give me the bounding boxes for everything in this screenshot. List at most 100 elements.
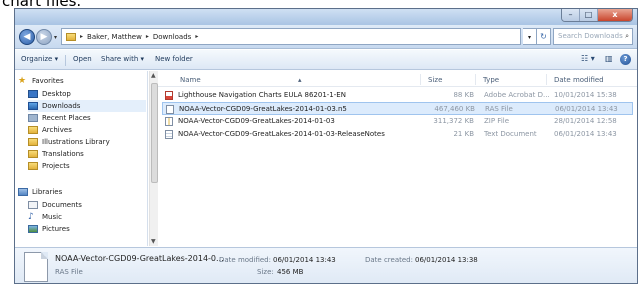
libraries-label: Libraries [32,188,63,196]
file-row[interactable]: NOAA-Vector-CGD09-GreatLakes-2014-01-03-… [162,128,633,141]
sidebar-item-label: Recent Places [42,114,91,122]
file-date-modified: 06/01/2014 13:43 [555,105,618,113]
command-toolbar: Organize ▾ Open Share with ▾ New folder … [15,50,637,70]
sidebar-item-label: Music [42,213,62,221]
sidebar-item-music[interactable]: ♪ Music [28,211,62,223]
zip-file-icon [165,117,173,126]
column-header-name[interactable]: Name [180,76,201,84]
chevron-right-icon[interactable]: ▸ [146,33,149,40]
sidebar-item-projects[interactable]: Projects [28,160,70,172]
sidebar-item-label: Illustrations Library [42,138,110,146]
favorites-header[interactable]: ★ Favorites [18,75,64,87]
column-divider[interactable] [546,74,547,85]
forward-button[interactable]: ▶ [36,29,52,45]
maximize-button[interactable]: □ [580,9,598,21]
file-row[interactable]: NOAA-Vector-CGD09-GreatLakes-2014-01-03 … [162,115,633,128]
share-with-menu[interactable]: Share with ▾ [101,55,144,63]
column-headers: ▴ Name Size Type Date modified [158,71,637,87]
size-value: 456 MB [277,268,304,276]
new-folder-button[interactable]: New folder [155,55,193,63]
column-divider[interactable] [475,74,476,85]
chevron-right-icon[interactable]: ▸ [195,33,198,40]
sort-indicator-icon: ▴ [298,76,302,84]
scrollbar-thumb[interactable] [151,83,158,183]
organize-menu[interactable]: Organize ▾ [21,55,58,63]
help-icon[interactable]: ? [620,54,631,65]
file-type: RAS File [485,105,513,113]
sidebar-item-archives[interactable]: Archives [28,124,72,136]
search-input[interactable]: Search Downloads ⌕ [553,28,633,45]
title-bar[interactable]: – □ x [15,9,637,25]
sidebar-item-label: Archives [42,126,72,134]
close-button[interactable]: x [598,9,632,21]
date-created-value: 06/01/2014 13:38 [415,256,478,264]
column-header-type[interactable]: Type [483,76,499,84]
file-size: 467,460 KB [434,105,475,113]
back-button[interactable]: ◀ [19,29,35,45]
sidebar-item-label: Downloads [42,102,81,110]
file-list: ▴ Name Size Type Date modified Lighthous… [158,71,637,246]
folder-icon [28,138,38,146]
text-file-icon [165,130,173,139]
sidebar-item-label: Projects [42,162,70,170]
preview-pane-icon[interactable]: ▥ [605,54,613,63]
file-row[interactable]: Lighthouse Navigation Charts EULA 86201-… [162,89,633,102]
column-divider[interactable] [420,74,421,85]
generic-file-icon [166,105,174,114]
details-filetype: RAS File [55,268,83,276]
file-type: Text Document [484,130,537,138]
pictures-icon [28,225,38,233]
details-pane: NOAA-Vector-CGD09-GreatLakes-2014-0... R… [15,247,637,283]
open-button[interactable]: Open [73,55,92,63]
sidebar-item-downloads[interactable]: Downloads [28,100,146,112]
recent-pages-dropdown[interactable]: ▾ [54,34,57,41]
sidebar-item-documents[interactable]: Documents [28,199,82,211]
sidebar-item-desktop[interactable]: Desktop [28,88,71,100]
file-row-selected[interactable]: NOAA-Vector-CGD09-GreatLakes-2014-01-03.… [162,102,633,115]
scroll-up-icon[interactable]: ▲ [151,72,156,79]
search-placeholder: Search Downloads [558,32,623,40]
date-created-label: Date created: [365,256,413,264]
minimize-button[interactable]: – [562,9,580,21]
address-bar[interactable]: ▸ Baker, Matthew ▸ Downloads ▸ [61,28,521,45]
address-dropdown-button[interactable]: ▾ [523,28,537,45]
search-icon[interactable]: ⌕ [625,29,629,44]
sidebar-item-translations[interactable]: Translations [28,148,84,160]
column-header-size[interactable]: Size [428,76,442,84]
date-modified-value: 06/01/2014 13:43 [273,256,336,264]
downloads-icon [28,102,38,110]
file-size: 21 KB [453,130,474,138]
file-name: NOAA-Vector-CGD09-GreatLakes-2014-01-03 [178,117,335,125]
sidebar-item-label: Translations [42,150,84,158]
sidebar-item-illustrations-library[interactable]: Illustrations Library [28,136,110,148]
libraries-header[interactable]: Libraries [18,186,62,198]
sidebar-item-recent-places[interactable]: Recent Places [28,112,91,124]
navigation-bar: ◀ ▶ ▾ ▸ Baker, Matthew ▸ Downloads ▸ ▾ ↻… [15,25,637,49]
sidebar-item-label: Pictures [42,225,70,233]
file-name: Lighthouse Navigation Charts EULA 86201-… [178,91,346,99]
scroll-down-icon[interactable]: ▼ [151,238,156,245]
file-date-modified: 06/01/2014 13:43 [554,130,617,138]
libraries-icon [18,188,28,196]
music-icon: ♪ [28,212,34,222]
file-size: 311,372 KB [433,117,474,125]
breadcrumb-user[interactable]: Baker, Matthew [87,33,142,41]
navigation-pane-scrollbar[interactable]: ▲ ▼ [149,71,158,246]
refresh-button[interactable]: ↻ [537,28,551,45]
sidebar-item-pictures[interactable]: Pictures [28,223,70,235]
breadcrumb-downloads[interactable]: Downloads [153,33,191,41]
file-type: Adobe Acrobat D... [484,91,550,99]
recent-places-icon [28,114,38,122]
views-icon[interactable]: ☷ ▾ [581,54,595,63]
column-header-date-modified[interactable]: Date modified [554,76,604,84]
chevron-right-icon[interactable]: ▸ [80,33,83,40]
details-filename: NOAA-Vector-CGD09-GreatLakes-2014-0... [55,254,224,263]
documents-icon [28,201,38,209]
folder-icon [28,162,38,170]
file-type: ZIP File [484,117,510,125]
favorites-label: Favorites [32,77,64,85]
folder-icon [66,32,76,41]
explorer-window: – □ x ◀ ▶ ▾ ▸ Baker, Matthew ▸ Downloads… [14,8,638,284]
folder-icon [28,126,38,134]
file-name: NOAA-Vector-CGD09-GreatLakes-2014-01-03.… [179,105,347,113]
